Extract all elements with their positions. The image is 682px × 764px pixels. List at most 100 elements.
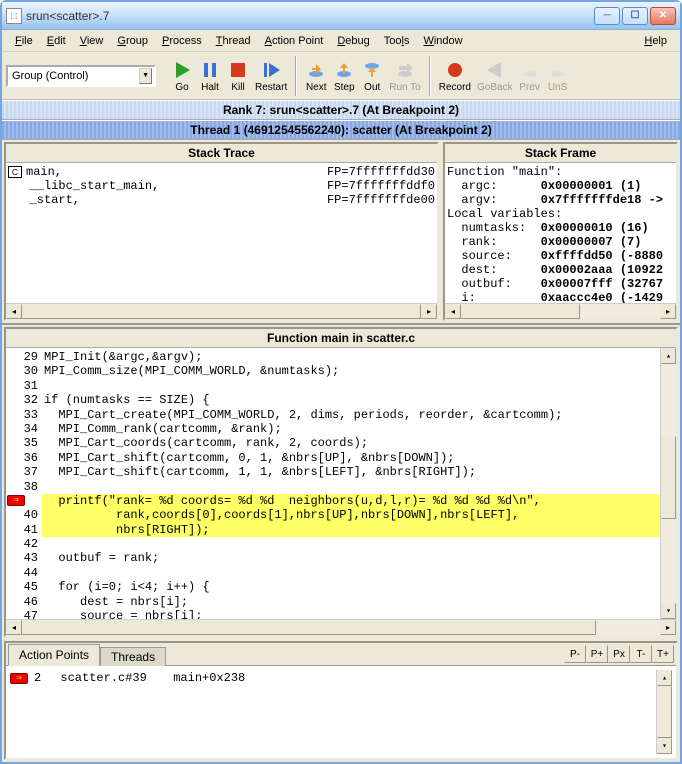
code-line[interactable]: [42, 537, 660, 551]
scroll-left-icon[interactable]: ◂: [6, 620, 22, 635]
code-line[interactable]: printf("rank= %d coords= %d %d neighbors…: [42, 494, 660, 508]
code-line[interactable]: if (numtasks == SIZE) {: [42, 393, 660, 407]
close-button[interactable]: ✕: [650, 7, 676, 25]
minimize-button[interactable]: ─: [594, 7, 620, 25]
source-hscroll[interactable]: ◂ ▸: [6, 619, 676, 635]
gutter-line[interactable]: ⇒: [8, 494, 38, 508]
go-button[interactable]: Go: [168, 59, 196, 93]
code-line[interactable]: outbuf = rank;: [42, 551, 660, 565]
t-minus-button[interactable]: T-: [630, 645, 652, 663]
maximize-button[interactable]: ☐: [622, 7, 648, 25]
step-button[interactable]: Step: [330, 59, 358, 93]
ap-vscroll[interactable]: ▴ ▾: [656, 670, 672, 754]
restart-button[interactable]: Restart: [252, 59, 290, 93]
stack-frame-row[interactable]: rank: 0x00000007 (7): [447, 235, 674, 249]
menu-group[interactable]: Group: [110, 33, 155, 49]
group-combo[interactable]: ▼: [6, 65, 156, 87]
menu-process[interactable]: Process: [155, 33, 209, 49]
code-line[interactable]: [42, 379, 660, 393]
scroll-left-icon[interactable]: ◂: [445, 304, 461, 319]
gutter-line[interactable]: 42: [8, 537, 38, 551]
source-vscroll[interactable]: ▴ ▾: [660, 348, 676, 619]
gutter-line[interactable]: 37: [8, 465, 38, 479]
gutter-line[interactable]: 38: [8, 480, 38, 494]
action-point-row[interactable]: ⇒ 2 scatter.c#39 main+0x238: [10, 670, 656, 686]
p-minus-button[interactable]: P-: [564, 645, 586, 663]
gutter-line[interactable]: 34: [8, 422, 38, 436]
next-button[interactable]: Next: [302, 59, 330, 93]
stack-frame-row[interactable]: Function "main":: [447, 165, 674, 179]
stack-trace-row[interactable]: __libc_start_main,FP=7fffffffddf0: [8, 179, 435, 193]
menu-edit[interactable]: Edit: [40, 33, 73, 49]
code-line[interactable]: MPI_Cart_coords(cartcomm, rank, 2, coord…: [42, 436, 660, 450]
scroll-right-icon[interactable]: ▸: [660, 304, 676, 319]
menu-debug[interactable]: Debug: [330, 33, 376, 49]
unstep-button[interactable]: UnS: [544, 59, 572, 93]
gutter-line[interactable]: 47: [8, 609, 38, 619]
menu-view[interactable]: View: [73, 33, 111, 49]
stack-frame-row[interactable]: Local variables:: [447, 207, 674, 221]
menu-action-point[interactable]: Action Point: [258, 33, 331, 49]
code-line[interactable]: MPI_Cart_shift(cartcomm, 0, 1, &nbrs[UP]…: [42, 451, 660, 465]
code-line[interactable]: [42, 480, 660, 494]
gutter-line[interactable]: 33: [8, 408, 38, 422]
runto-button[interactable]: Run To: [386, 59, 424, 93]
record-button[interactable]: Record: [436, 59, 474, 93]
tab-threads[interactable]: Threads: [100, 647, 166, 666]
code-line[interactable]: dest = nbrs[i];: [42, 595, 660, 609]
code-line[interactable]: MPI_Init(&argc,&argv);: [42, 350, 660, 364]
tab-action-points[interactable]: Action Points: [8, 644, 100, 666]
code-line[interactable]: source = nbrs[i];: [42, 609, 660, 619]
scroll-down-icon[interactable]: ▾: [657, 738, 672, 754]
stack-frame-row[interactable]: argc: 0x00000001 (1): [447, 179, 674, 193]
code-line[interactable]: MPI_Comm_rank(cartcomm, &rank);: [42, 422, 660, 436]
stack-frame-row[interactable]: i: 0xaaccc4e0 (-1429: [447, 291, 674, 303]
group-combo-input[interactable]: [10, 69, 139, 83]
code-line[interactable]: MPI_Cart_create(MPI_COMM_WORLD, 2, dims,…: [42, 408, 660, 422]
stack-trace-row[interactable]: Cmain,FP=7fffffffdd30: [8, 165, 435, 179]
source-code[interactable]: MPI_Init(&argc,&argv);MPI_Comm_size(MPI_…: [42, 348, 660, 619]
stack-trace-body[interactable]: Cmain,FP=7fffffffdd30 __libc_start_main,…: [6, 163, 437, 303]
menu-tools[interactable]: Tools: [377, 33, 417, 49]
p-plus-button[interactable]: P+: [586, 645, 608, 663]
stack-frame-row[interactable]: outbuf: 0x00007fff (32767: [447, 277, 674, 291]
stack-frame-row[interactable]: numtasks: 0x00000010 (16): [447, 221, 674, 235]
stack-frame-row[interactable]: dest: 0x00002aaa (10922: [447, 263, 674, 277]
menu-help[interactable]: Help: [637, 33, 674, 49]
code-line[interactable]: for (i=0; i<4; i++) {: [42, 580, 660, 594]
kill-button[interactable]: Kill: [224, 59, 252, 93]
gutter-line[interactable]: 46: [8, 595, 38, 609]
out-button[interactable]: Out: [358, 59, 386, 93]
halt-button[interactable]: Halt: [196, 59, 224, 93]
combo-dropdown-icon[interactable]: ▼: [139, 68, 152, 84]
gutter-line[interactable]: 30: [8, 364, 38, 378]
code-line[interactable]: [42, 566, 660, 580]
stack-trace-hscroll[interactable]: ◂ ▸: [6, 303, 437, 319]
code-line[interactable]: MPI_Comm_size(MPI_COMM_WORLD, &numtasks)…: [42, 364, 660, 378]
line-gutter[interactable]: 29303132333435363738⇒404142434445464748: [6, 348, 42, 619]
code-line[interactable]: MPI_Cart_shift(cartcomm, 1, 1, &nbrs[LEF…: [42, 465, 660, 479]
gutter-line[interactable]: 45: [8, 580, 38, 594]
prev-button[interactable]: Prev: [516, 59, 544, 93]
menu-file[interactable]: File: [8, 33, 40, 49]
gutter-line[interactable]: 31: [8, 379, 38, 393]
goback-button[interactable]: GoBack: [474, 59, 516, 93]
gutter-line[interactable]: 43: [8, 551, 38, 565]
gutter-line[interactable]: 36: [8, 451, 38, 465]
action-points-body[interactable]: ⇒ 2 scatter.c#39 main+0x238 ▴ ▾: [6, 666, 676, 758]
stack-frame-row[interactable]: source: 0xffffdd50 (-8880: [447, 249, 674, 263]
gutter-line[interactable]: 40: [8, 508, 38, 522]
gutter-line[interactable]: 29: [8, 350, 38, 364]
gutter-line[interactable]: 41: [8, 523, 38, 537]
gutter-line[interactable]: 44: [8, 566, 38, 580]
gutter-line[interactable]: 32: [8, 393, 38, 407]
px-button[interactable]: Px: [608, 645, 630, 663]
stack-trace-row[interactable]: _start,FP=7fffffffde00: [8, 193, 435, 207]
scroll-up-icon[interactable]: ▴: [657, 670, 672, 686]
scroll-right-icon[interactable]: ▸: [421, 304, 437, 319]
code-line[interactable]: nbrs[RIGHT]);: [42, 523, 660, 537]
code-line[interactable]: rank,coords[0],coords[1],nbrs[UP],nbrs[D…: [42, 508, 660, 522]
t-plus-button[interactable]: T+: [652, 645, 674, 663]
scroll-left-icon[interactable]: ◂: [6, 304, 22, 319]
gutter-line[interactable]: 35: [8, 436, 38, 450]
